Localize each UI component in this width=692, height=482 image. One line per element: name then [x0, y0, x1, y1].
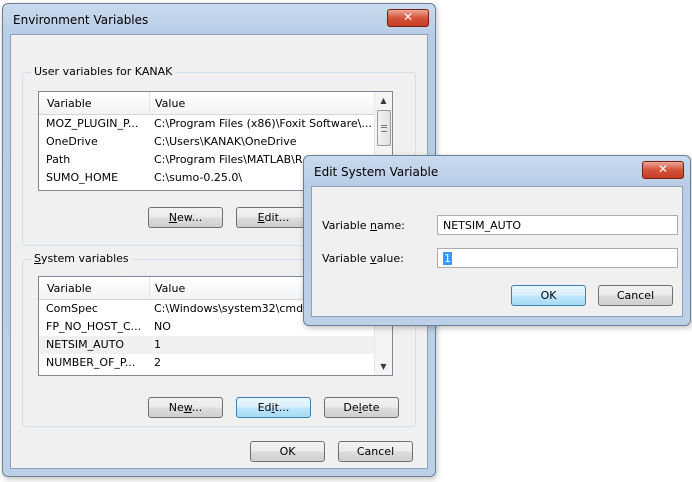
variable-cell: NETSIM_AUTO	[46, 338, 125, 351]
variable-cell: MOZ_PLUGIN_P...	[46, 117, 139, 130]
ok-button[interactable]: OK	[250, 441, 325, 462]
variable-cell: OneDrive	[46, 135, 98, 148]
value-cell: C:\Users\KANAK\OneDrive	[154, 135, 297, 148]
title-bar[interactable]: Environment Variables ✕	[3, 4, 435, 32]
variable-cell: Path	[46, 153, 71, 166]
table-row[interactable]: OneDrive C:\Users\KANAK\OneDrive	[39, 133, 375, 151]
system-edit-button[interactable]: Edit...	[236, 397, 311, 418]
ok-button[interactable]: OK	[511, 285, 586, 306]
variable-cell: FP_NO_HOST_C...	[46, 320, 142, 333]
variable-value-label: Variable value:	[322, 252, 404, 265]
variable-name-label: Variable name:	[322, 219, 405, 232]
system-delete-button[interactable]: Delete	[324, 397, 399, 418]
dialog-body: Variable name: NETSIM_AUTO Variable valu…	[311, 186, 683, 317]
edit-system-variable-window: Edit System Variable ✕ Variable name: NE…	[303, 155, 691, 326]
selected-text: 1	[443, 252, 452, 265]
scroll-down-arrow-icon[interactable]: ▼	[375, 358, 392, 375]
close-button[interactable]: ✕	[642, 161, 684, 179]
variable-cell: ComSpec	[46, 302, 98, 315]
user-edit-button[interactable]: Edit...	[236, 207, 311, 228]
value-cell: 1	[154, 338, 161, 351]
variable-cell: SUMO_HOME	[46, 171, 119, 184]
column-header-value[interactable]: Value	[155, 282, 185, 295]
variable-name-field[interactable]: NETSIM_AUTO	[437, 215, 678, 235]
close-button[interactable]: ✕	[387, 9, 429, 27]
value-cell: C:\Program Files (x86)\Foxit Software\..…	[154, 117, 372, 130]
cancel-button[interactable]: Cancel	[338, 441, 413, 462]
table-row[interactable]: NUMBER_OF_P... 2	[39, 354, 375, 372]
table-row[interactable]: MOZ_PLUGIN_P... C:\Program Files (x86)\F…	[39, 115, 375, 133]
user-variables-title: User variables for KANAK	[31, 65, 176, 78]
title-bar[interactable]: Edit System Variable ✕	[304, 156, 690, 184]
scroll-up-arrow-icon[interactable]: ▲	[375, 92, 392, 109]
variable-value-field[interactable]: 1	[437, 248, 678, 268]
window-title: Environment Variables	[13, 13, 149, 27]
column-header-variable[interactable]: Variable	[47, 97, 92, 110]
value-cell: 2	[154, 356, 161, 369]
window-title: Edit System Variable	[314, 165, 439, 179]
cancel-button[interactable]: Cancel	[598, 285, 673, 306]
system-variables-title: System variables	[31, 252, 132, 265]
user-new-button[interactable]: New...	[148, 207, 223, 228]
column-header-value[interactable]: Value	[155, 97, 185, 110]
list-header: Variable Value	[39, 92, 375, 115]
scroll-thumb[interactable]	[377, 110, 391, 146]
table-row-selected[interactable]: NETSIM_AUTO 1	[39, 336, 375, 354]
system-new-button[interactable]: New...	[148, 397, 223, 418]
variable-cell: NUMBER_OF_P...	[46, 356, 136, 369]
column-header-variable[interactable]: Variable	[47, 282, 92, 295]
